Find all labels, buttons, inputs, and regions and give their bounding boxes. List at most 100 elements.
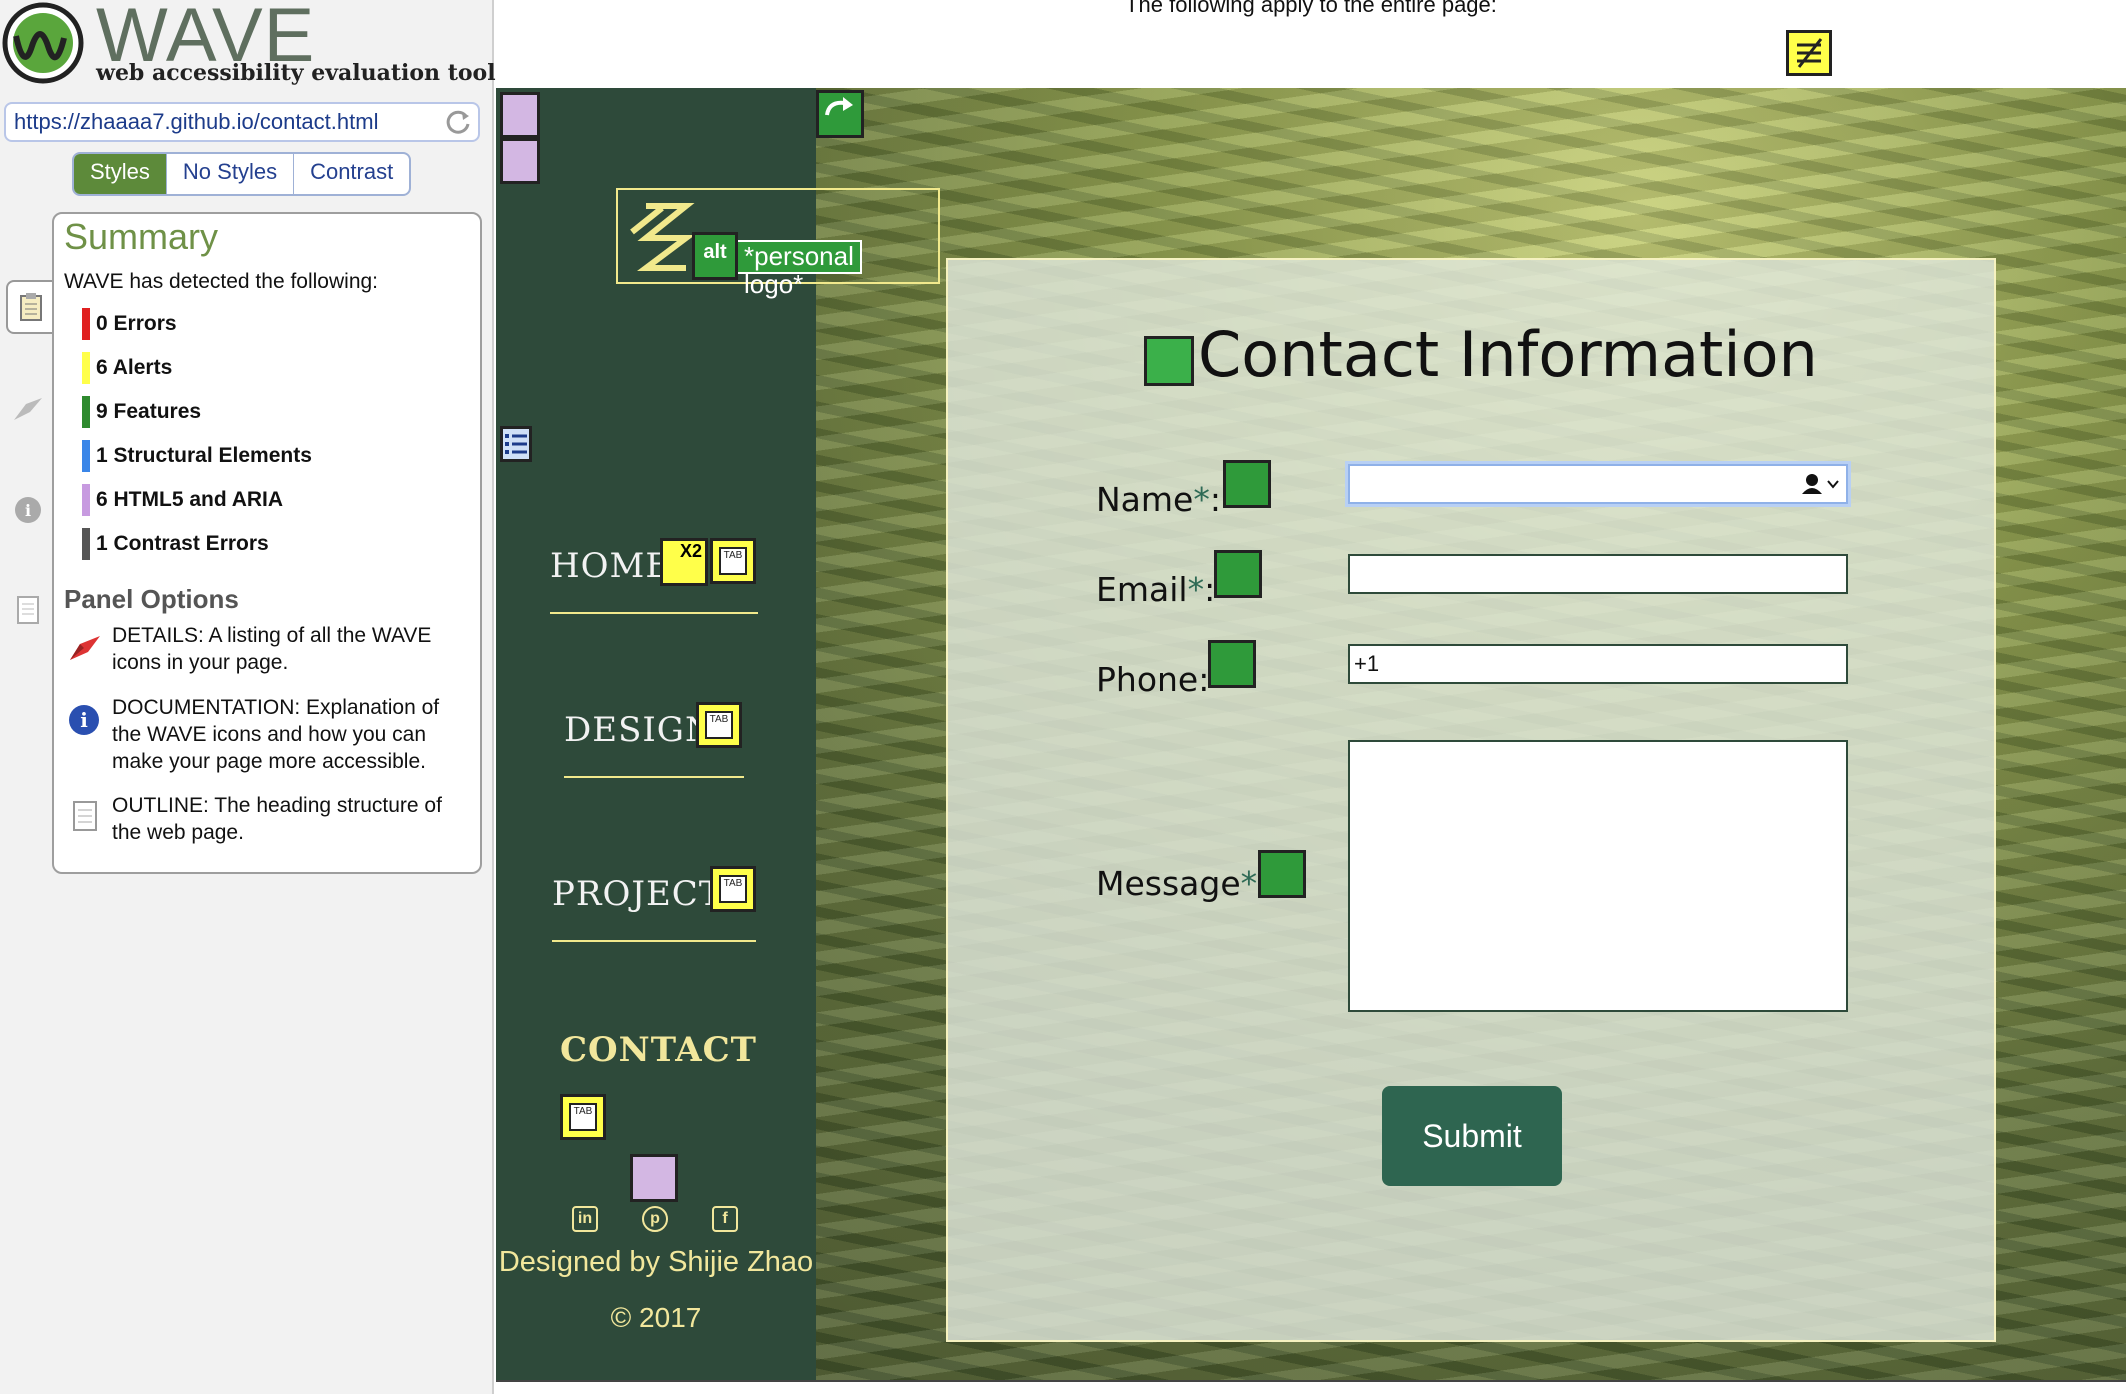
autofill-contact-icon[interactable] — [1800, 472, 1840, 496]
tabindex-icon-project[interactable]: TAB — [710, 866, 756, 912]
facebook-icon[interactable]: f — [712, 1206, 738, 1232]
logo-alt-text: *personal logo* — [736, 240, 862, 298]
footer-copyright: © 2017 — [610, 1302, 702, 1333]
option-details[interactable]: DETAILS: A listing of all the WAVE icons… — [112, 622, 472, 676]
phone-label: Phone: — [1096, 660, 1209, 699]
skip-link-target-icon[interactable] — [816, 90, 864, 138]
svg-text:i: i — [80, 708, 88, 732]
tab-glyph-contact: TAB — [569, 1103, 597, 1131]
html5-color-bar — [82, 484, 90, 516]
site-nav-sidebar: *personal logo* alt HOME X2 TAB DESIGN T… — [496, 88, 940, 1380]
tab-no-styles[interactable]: No Styles — [165, 154, 293, 194]
email-label-text: Email — [1096, 570, 1188, 609]
documentation-icon: i — [69, 705, 99, 735]
summary-alerts[interactable]: 6 Alerts — [82, 352, 172, 384]
summary-structural[interactable]: 1 Structural Elements — [82, 440, 312, 472]
structural-color-bar — [82, 440, 90, 472]
summary-panel: Summary WAVE has detected the following:… — [52, 212, 482, 874]
outline-panel-icon[interactable] — [8, 590, 48, 630]
tabindex-icon-contact[interactable]: TAB — [560, 1094, 606, 1140]
redundant-link-icon[interactable]: X2 — [660, 538, 708, 586]
style-tabs: Styles No Styles Contrast — [72, 152, 412, 196]
personal-logo-icon — [630, 203, 695, 271]
linkedin-icon[interactable]: in — [572, 1206, 598, 1232]
label-tag-icon-email[interactable] — [1214, 550, 1262, 598]
alerts-color-bar — [82, 352, 90, 384]
email-input[interactable] — [1348, 554, 1848, 594]
label-tag-icon-message[interactable] — [1258, 850, 1306, 898]
summary-features[interactable]: 9 Features — [82, 396, 201, 428]
wave-subtitle: web accessibility evaluation tool — [96, 60, 496, 86]
name-label: Name*: — [1096, 480, 1221, 519]
footer-designed-by: Designed by Shijie Zhao — [498, 1246, 814, 1278]
tab-glyph-home: TAB — [719, 547, 747, 575]
tab-glyph-design: TAB — [705, 711, 733, 739]
name-input[interactable] — [1348, 464, 1848, 504]
summary-panel-icon[interactable] — [6, 280, 54, 334]
errors-color-bar — [82, 308, 90, 340]
url-text: https://zhaaaa7.github.io/contact.html — [14, 109, 379, 134]
summary-errors-label: 0 Errors — [96, 312, 177, 335]
message-textarea[interactable] — [1348, 740, 1848, 1012]
documentation-panel-icon[interactable]: i — [8, 490, 48, 530]
alt-badge-icon[interactable]: alt — [692, 232, 738, 280]
summary-structural-label: 1 Structural Elements — [96, 444, 312, 467]
aria-footer-icon[interactable] — [630, 1154, 678, 1202]
summary-contrast-label: 1 Contrast Errors — [96, 532, 269, 555]
tab-glyph-project: TAB — [719, 875, 747, 903]
form-region-icon[interactable] — [1144, 336, 1194, 386]
name-colon: : — [1209, 480, 1221, 519]
pinterest-icon[interactable]: p — [642, 1206, 668, 1232]
design-underline — [564, 776, 744, 778]
features-color-bar — [82, 396, 90, 428]
phone-input[interactable]: +1 — [1348, 644, 1848, 684]
nav-home[interactable]: HOME — [550, 546, 671, 586]
message-label: Message*: — [1096, 864, 1268, 903]
submit-button[interactable]: Submit — [1382, 1086, 1562, 1186]
option-documentation[interactable]: DOCUMENTATION: Explanation of the WAVE i… — [112, 694, 472, 775]
message-label-text: Message — [1096, 864, 1241, 903]
email-label: Email*: — [1096, 570, 1215, 609]
page-level-alert-icon[interactable] — [1786, 30, 1832, 76]
name-required-mark: * — [1193, 480, 1210, 519]
svg-text:i: i — [25, 501, 31, 520]
panel-options-title: Panel Options — [64, 584, 239, 614]
tab-styles[interactable]: Styles — [74, 154, 166, 194]
summary-html5-aria[interactable]: 6 HTML5 and ARIA — [82, 484, 283, 516]
contrast-color-bar — [82, 528, 90, 560]
nav-project[interactable]: PROJECT — [552, 874, 723, 914]
wave-panel: WAVE web accessibility evaluation tool h… — [0, 0, 496, 1394]
page-level-text: The following apply to the entire page: — [1125, 0, 1497, 17]
option-outline[interactable]: OUTLINE: The heading structure of the we… — [112, 792, 472, 846]
page-level-header: The following apply to the entire page: — [496, 0, 2126, 88]
url-input[interactable]: https://zhaaaa7.github.io/contact.html — [4, 102, 480, 142]
summary-html5-label: 6 HTML5 and ARIA — [96, 488, 284, 511]
aria-region-icon-2[interactable] — [500, 138, 540, 184]
outline-icon — [73, 801, 97, 831]
phone-input-value: +1 — [1354, 651, 1380, 676]
tabindex-icon-home[interactable]: TAB — [710, 538, 756, 584]
label-tag-icon-phone[interactable] — [1208, 640, 1256, 688]
details-panel-icon[interactable] — [8, 388, 48, 428]
tab-contrast[interactable]: Contrast — [293, 154, 409, 194]
contact-title: Contact Information — [1198, 318, 1818, 391]
summary-intro: WAVE has detected the following: — [64, 270, 379, 293]
aria-region-icon-1[interactable] — [500, 92, 540, 138]
email-required-mark: * — [1187, 570, 1205, 609]
nav-design[interactable]: DESIGN — [564, 710, 716, 750]
summary-contrast[interactable]: 1 Contrast Errors — [82, 528, 269, 560]
message-required-mark: * — [1240, 864, 1258, 903]
summary-features-label: 9 Features — [96, 400, 202, 423]
phone-label-text: Phone — [1096, 660, 1199, 699]
label-tag-icon-name[interactable] — [1223, 460, 1271, 508]
website-viewport: *personal logo* alt HOME X2 TAB DESIGN T… — [496, 88, 2126, 1380]
project-underline — [552, 940, 756, 942]
summary-alerts-label: 6 Alerts — [96, 356, 173, 379]
nav-contact[interactable]: CONTACT — [560, 1030, 757, 1070]
summary-errors[interactable]: 0 Errors — [82, 308, 177, 340]
summary-title: Summary — [64, 216, 219, 257]
tabindex-icon-design[interactable]: TAB — [696, 702, 742, 748]
reload-icon[interactable] — [444, 108, 472, 136]
details-icon — [70, 636, 100, 660]
structural-list-icon[interactable] — [500, 426, 532, 462]
